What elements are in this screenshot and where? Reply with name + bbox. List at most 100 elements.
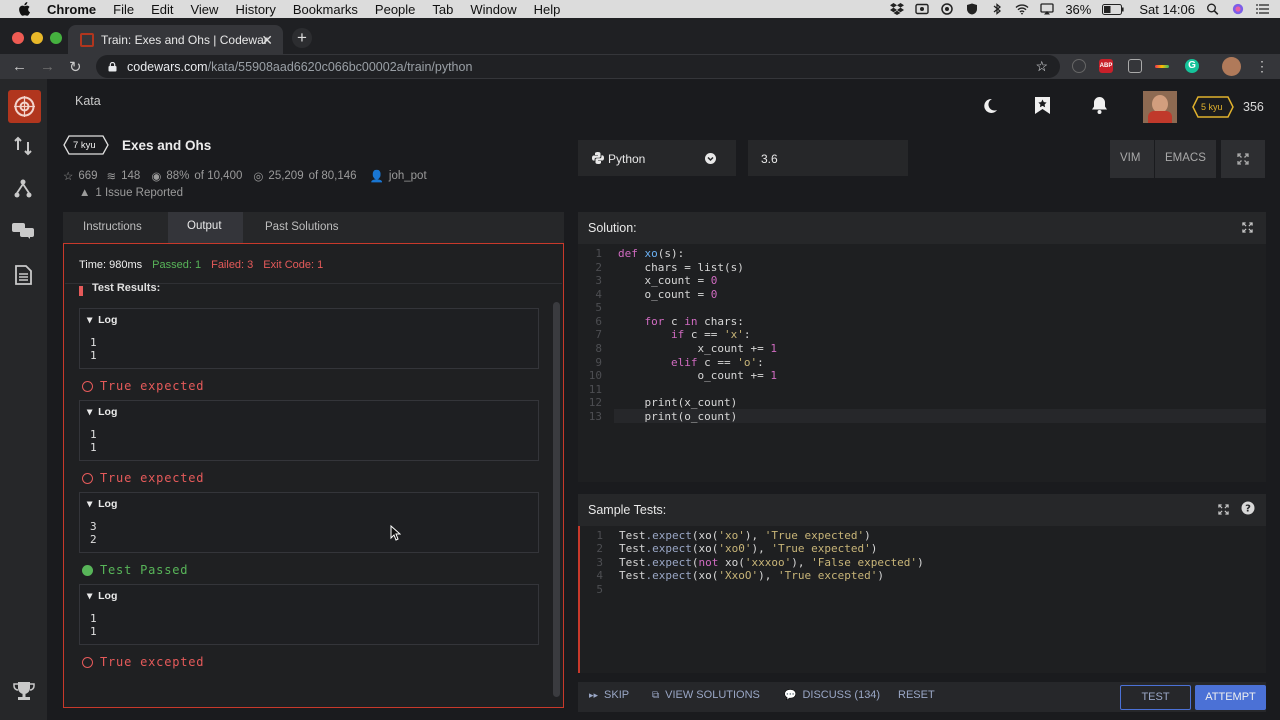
screen-record-icon[interactable] [915, 3, 930, 15]
tab-instructions[interactable]: Instructions [83, 221, 142, 233]
menu-edit[interactable]: Edit [151, 2, 173, 17]
grammarly-icon[interactable]: G [1185, 59, 1199, 73]
log-box[interactable]: ▾ Log 1 1 [79, 584, 539, 645]
line-number: 3 [595, 274, 602, 287]
notifications-bell-icon[interactable] [1090, 96, 1109, 115]
new-tab-button[interactable]: + [292, 28, 312, 48]
code-text: chars: [697, 315, 744, 328]
fullscreen-button[interactable] [1221, 140, 1265, 178]
apple-icon[interactable] [17, 2, 31, 16]
help-question-icon[interactable]: ? [1241, 501, 1255, 515]
tab-output[interactable]: Output [168, 212, 243, 243]
lock-icon[interactable] [108, 61, 117, 72]
menu-chrome[interactable]: Chrome [47, 2, 96, 17]
spotlight-search-icon[interactable] [1206, 3, 1220, 15]
bookmarks-icon[interactable] [1034, 96, 1051, 115]
code-line: Test.expect(xo('xo0'), 'True expected') [619, 542, 877, 555]
tab-close-icon[interactable]: ✕ [261, 32, 273, 49]
airplay-icon[interactable] [1040, 3, 1054, 15]
reload-icon[interactable]: ↻ [69, 58, 82, 76]
window-minimize-button[interactable] [31, 32, 43, 44]
test-button[interactable]: TEST [1120, 685, 1191, 710]
shield-menubar-icon[interactable] [965, 3, 979, 15]
chrome-menu-icon[interactable]: ⋮ [1255, 58, 1269, 75]
log-label: Log [98, 406, 118, 418]
menu-people[interactable]: People [375, 2, 415, 17]
codewars-logo-icon[interactable] [8, 90, 41, 123]
menu-help[interactable]: Help [534, 2, 561, 17]
expand-icon[interactable] [1242, 222, 1253, 233]
window-zoom-button[interactable] [50, 32, 62, 44]
log-triangle-icon: ▾ [87, 498, 93, 510]
expand-icon[interactable] [1218, 504, 1229, 515]
issues-reported: 1 Issue Reported [95, 187, 183, 199]
docs-icon[interactable] [15, 265, 32, 285]
practice-icon[interactable] [13, 136, 33, 156]
code-text: (s): [657, 247, 685, 260]
log-box[interactable]: ▾ Log 3 2 [79, 492, 539, 553]
code-keyword: elif [670, 356, 698, 369]
browser-tab-active[interactable]: Train: Exes and Ohs | Codewar ✕ [68, 25, 283, 54]
completed-total: of 80,146 [308, 170, 357, 182]
language-select[interactable]: Python [578, 140, 736, 176]
community-icon[interactable] [14, 179, 32, 199]
menu-file[interactable]: File [113, 2, 134, 17]
code-string: 'o' [737, 356, 758, 369]
test-result-failed: True expected [82, 379, 204, 393]
menu-window[interactable]: Window [470, 2, 516, 17]
code-line: print(x_count) [618, 396, 738, 409]
menu-tab[interactable]: Tab [432, 2, 453, 17]
warning-icon: ▲ [79, 187, 91, 199]
code-text: x_count = [618, 274, 711, 287]
circle-app-icon[interactable] [940, 3, 954, 15]
notification-center-icon[interactable] [1256, 3, 1270, 15]
address-bar[interactable]: codewars.com/kata/55908aad6620c066bc0000… [96, 55, 1060, 78]
bluetooth-icon[interactable] [990, 3, 1004, 15]
battery-icon[interactable] [1102, 3, 1124, 15]
vim-mode-button[interactable]: VIM [1110, 140, 1154, 178]
dark-mode-moon-icon[interactable] [982, 98, 998, 114]
completed-count: 25,209 [268, 170, 304, 182]
extension-circle-icon[interactable] [1072, 59, 1086, 73]
attempt-button[interactable]: ATTEMPT [1195, 685, 1266, 710]
skip-button[interactable]: ▸▸ SKIP [589, 689, 629, 701]
collections-stack-icon[interactable]: ≋ [107, 169, 117, 183]
menu-view[interactable]: View [190, 2, 218, 17]
siri-icon[interactable] [1231, 3, 1245, 15]
window-close-button[interactable] [12, 32, 24, 44]
extension-stripes-icon[interactable] [1155, 65, 1169, 68]
author-name[interactable]: joh_pot [389, 170, 427, 182]
log-line: 1 [90, 336, 97, 349]
menu-bookmarks[interactable]: Bookmarks [293, 2, 358, 17]
forward-arrow-icon[interactable]: → [40, 58, 55, 75]
expand-icon [1237, 153, 1249, 165]
issues-row[interactable]: ▲ 1 Issue Reported [79, 187, 183, 199]
dropbox-icon[interactable] [890, 3, 905, 15]
discuss-button[interactable]: 💬 DISCUSS (134) [784, 689, 880, 701]
code-text: c == [684, 328, 724, 341]
tab-past-solutions[interactable]: Past Solutions [265, 221, 339, 233]
adblock-plus-icon[interactable]: ABP [1099, 59, 1113, 73]
leaderboard-trophy-icon[interactable] [13, 681, 35, 701]
profile-avatar[interactable] [1222, 57, 1241, 76]
log-box[interactable]: ▾ Log 1 1 [79, 308, 539, 369]
emacs-mode-button[interactable]: EMACS [1155, 140, 1216, 178]
bookmark-star-icon[interactable]: ☆ [1035, 58, 1048, 75]
star-icon[interactable]: ☆ [63, 169, 73, 183]
back-arrow-icon[interactable]: ← [12, 58, 27, 75]
log-box[interactable]: ▾ Log 1 1 [79, 400, 539, 461]
reset-button[interactable]: RESET [898, 689, 935, 701]
discussions-icon[interactable] [12, 223, 34, 239]
version-select[interactable]: 3.6 [748, 140, 908, 176]
nav-kata-link[interactable]: Kata [75, 94, 101, 108]
menubar-clock[interactable]: Sat 14:06 [1139, 2, 1195, 17]
pocket-icon[interactable] [1128, 59, 1142, 73]
view-solutions-button[interactable]: ⧉ VIEW SOLUTIONS [652, 689, 760, 701]
menu-history[interactable]: History [235, 2, 275, 17]
code-line: x_count = 0 [618, 274, 717, 287]
output-scrollbar[interactable] [553, 302, 560, 697]
user-avatar[interactable] [1143, 91, 1177, 123]
wifi-icon[interactable] [1015, 3, 1029, 15]
code-keyword: not [698, 556, 719, 569]
